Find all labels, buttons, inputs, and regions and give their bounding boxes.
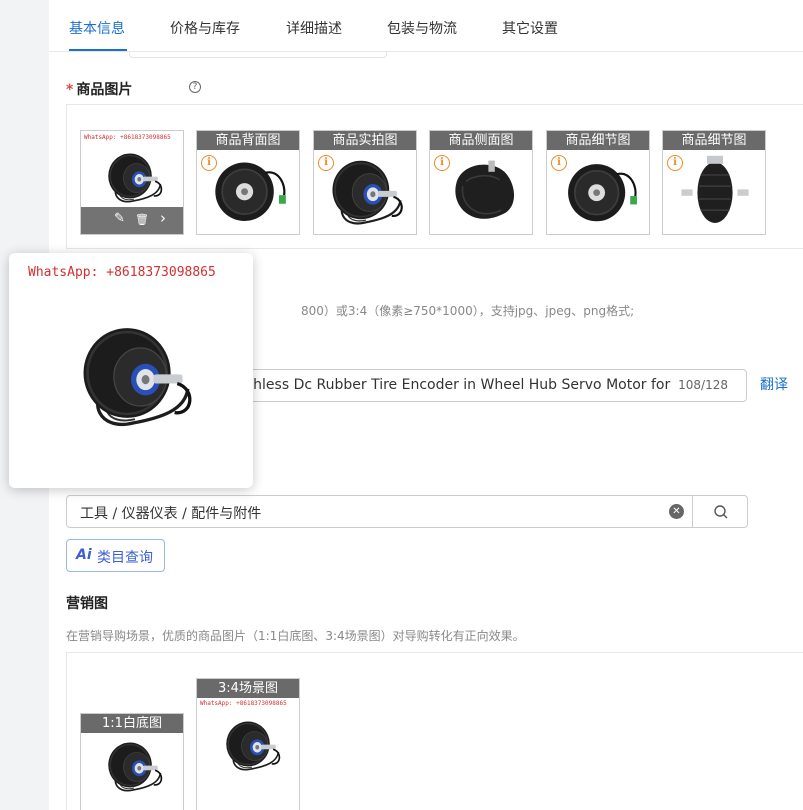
thumb-label: 1:1白底图 [81, 714, 183, 733]
info-icon[interactable]: i [667, 155, 683, 171]
tab-price-stock[interactable]: 价格与库存 [170, 18, 240, 38]
thumb-label: 商品背面图 [197, 131, 299, 150]
ai-category-query-button[interactable]: Ai 类目查询 [66, 539, 165, 572]
watermark-text: WhatsApp: +8618373098865 [28, 265, 216, 280]
back-image-thumb[interactable]: 商品背面图 i [196, 130, 300, 235]
motor-image [219, 711, 285, 777]
clear-icon[interactable]: ✕ [669, 504, 684, 519]
motor-image [320, 147, 412, 233]
tab-detail-description[interactable]: 详细描述 [286, 18, 342, 38]
image-preview-popup: WhatsApp: +8618373098865 [9, 253, 253, 488]
thumb-label: 3:4场景图 [197, 679, 299, 698]
motor-image [555, 149, 645, 233]
required-mark: * [66, 82, 74, 98]
ai-icon: Ai [76, 547, 92, 563]
translate-link[interactable]: 翻译 [760, 374, 788, 394]
motor-image [101, 732, 167, 798]
ai-button-label: 类目查询 [97, 550, 153, 566]
active-tab-indicator [69, 49, 127, 51]
product-title-input[interactable]: ushless Dc Rubber Tire Encoder in Wheel … [227, 369, 747, 402]
marketing-images-title: 营销图 [66, 596, 108, 612]
tab-packaging-logistics[interactable]: 包装与物流 [387, 18, 457, 38]
motor-image [69, 303, 201, 443]
watermark-text: WhatsApp: +8618373098865 [200, 700, 287, 707]
marketing-description: 在营销导购场景，优质的商品图片（1:1白底图、3:4场景图）对导购转化有正向效果… [66, 629, 525, 643]
char-counter: 108/128 [678, 378, 728, 392]
category-value: 工具 / 仪器仪表 / 配件与附件 [80, 506, 262, 522]
thumb-label: 商品细节图 [547, 131, 649, 150]
side-image-thumb[interactable]: 商品侧面图 i [429, 130, 533, 235]
chevron-right-icon[interactable]: › [160, 209, 166, 227]
category-input[interactable]: 工具 / 仪器仪表 / 配件与附件 ✕ [66, 495, 693, 528]
delete-icon[interactable]: 🗑 [135, 213, 149, 226]
motor-image [675, 149, 755, 233]
tab-bar: 基本信息 价格与库存 详细描述 包装与物流 其它设置 [49, 0, 803, 52]
thumb-label: 商品细节图 [663, 131, 765, 150]
info-icon[interactable]: i [201, 155, 217, 171]
motor-image [101, 143, 167, 209]
info-icon[interactable]: i [434, 155, 450, 171]
product-images-title: * 商品图片 [66, 82, 133, 98]
tab-basic-info[interactable]: 基本信息 [69, 18, 125, 38]
info-icon[interactable]: i [551, 155, 567, 171]
detail-image-thumb-2[interactable]: 商品细节图 i [662, 130, 766, 235]
thumb-toolbar: ✎ 🗑 › [81, 207, 183, 234]
white-bg-image-thumb[interactable]: 1:1白底图 [80, 713, 184, 810]
thumb-label: 商品侧面图 [430, 131, 532, 150]
info-icon[interactable]: i [318, 155, 334, 171]
edit-icon[interactable]: ✎ [114, 211, 125, 226]
image-requirement-text: 800）或3:4（像素≥750*1000），支持jpg、jpeg、png格式; [301, 304, 635, 318]
help-icon[interactable]: ? [189, 81, 201, 93]
thumb-label: 商品实拍图 [314, 131, 416, 150]
real-photo-thumb[interactable]: 商品实拍图 i [313, 130, 417, 235]
search-icon [714, 505, 728, 519]
tab-other-settings[interactable]: 其它设置 [502, 18, 558, 38]
previous-field-edge [129, 52, 387, 58]
main-image-thumb[interactable]: WhatsApp: +8618373098865 ✎ 🗑 › [80, 130, 184, 235]
watermark-text: WhatsApp: +8618373098865 [84, 134, 171, 141]
detail-image-thumb-1[interactable]: 商品细节图 i [546, 130, 650, 235]
motor-image [440, 151, 524, 231]
scene-image-thumb[interactable]: 3:4场景图 WhatsApp: +8618373098865 [196, 678, 300, 810]
title-value: ushless Dc Rubber Tire Encoder in Wheel … [237, 377, 673, 393]
category-search-button[interactable] [692, 495, 748, 528]
